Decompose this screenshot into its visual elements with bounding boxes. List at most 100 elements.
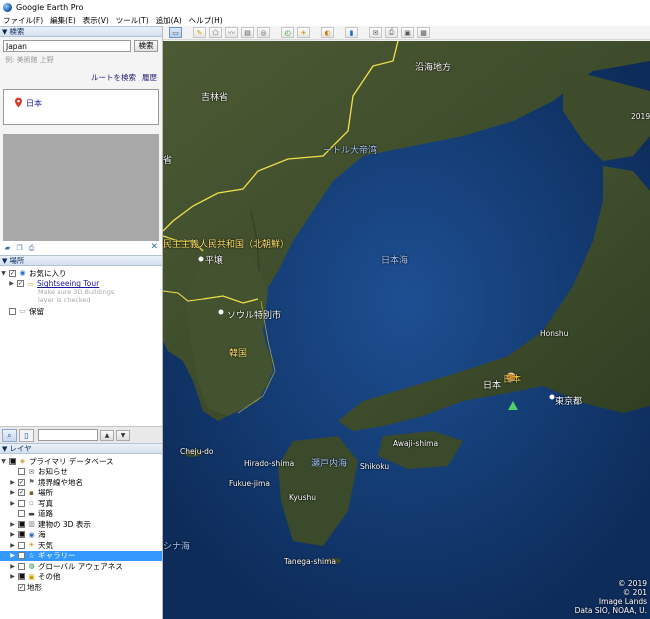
places-header[interactable]: ▼ 場所 (0, 255, 162, 266)
sidebar-toggle-icon[interactable]: ▭ (169, 27, 182, 38)
collapse-triangle-icon[interactable]: ▼ (2, 28, 7, 36)
weather-icon: ☀ (28, 541, 35, 550)
layer-row[interactable]: ▶ ▫ 写真 (0, 498, 162, 509)
placemark-icon[interactable]: ✎ (193, 27, 206, 38)
print-icon[interactable]: ⎙ (385, 27, 398, 38)
checkbox[interactable] (18, 541, 25, 549)
expand-arrow-icon[interactable]: ▶ (9, 531, 16, 538)
layer-label: グローバル アウェアネス (38, 561, 123, 571)
checkbox[interactable]: ■ (9, 457, 16, 465)
checkbox[interactable] (18, 468, 25, 476)
expand-arrow-icon[interactable]: ▶ (9, 573, 16, 580)
layer-label: 道路 (38, 509, 53, 519)
layer-row[interactable]: ✉ お知らせ (0, 467, 162, 478)
search-result-item[interactable]: 日本 (26, 99, 42, 108)
map-label-jilin: 吉林省 (201, 93, 229, 103)
search-button[interactable]: 検索 (134, 40, 158, 52)
layer-row[interactable]: ✓ 地形 (0, 582, 162, 593)
sun-icon[interactable]: ☀ (297, 27, 310, 38)
layer-row[interactable]: ▶ ☀ 天気 (0, 540, 162, 551)
menu-add[interactable]: 追加(A) (156, 15, 182, 26)
more-icon: ▣ (28, 572, 35, 581)
save-image-icon[interactable]: ▣ (401, 27, 414, 38)
expand-arrow-icon[interactable]: ▶ (8, 280, 15, 287)
layer-search-input[interactable] (38, 429, 98, 441)
search-header[interactable]: ▼ 検索 (0, 26, 162, 37)
sidebar-panel-icon[interactable]: ▯ (19, 428, 34, 442)
layer-label: 場所 (38, 488, 53, 498)
map-view[interactable]: 沿海地方 吉林省 省 ートル大帝湾 民主主義人民共和国（北朝鮮） 平壌 日本海 … (163, 41, 650, 619)
layer-row[interactable]: ▶ ◍ グローバル アウェアネス (0, 561, 162, 572)
checkbox[interactable]: ■ (18, 573, 25, 581)
email-icon[interactable]: ✉ (369, 27, 382, 38)
route-link[interactable]: ルートを検索 (91, 72, 136, 83)
print-icon[interactable]: ⎙ (27, 244, 36, 252)
menu-file[interactable]: ファイル(F) (3, 15, 43, 26)
ruler-icon[interactable]: ▮ (345, 27, 358, 38)
search-input[interactable] (3, 40, 131, 52)
map-label-hirado: Hirado-shima (244, 459, 295, 468)
collapse-triangle-icon[interactable]: ▼ (2, 257, 7, 265)
checkbox[interactable]: ✓ (9, 269, 16, 277)
expand-arrow-icon[interactable]: ▶ (9, 552, 16, 559)
copy-icon[interactable]: ❐ (15, 244, 24, 252)
planets-icon[interactable]: ◐ (321, 27, 334, 38)
tree-row-favorites[interactable]: ▼ ✓ ◉ お気に入り (0, 268, 162, 279)
tour-note: layer is checked (38, 295, 91, 304)
expand-arrow-icon[interactable]: ▶ (9, 563, 16, 570)
layer-row[interactable]: ▶ ■ ▣ その他 (0, 572, 162, 583)
layer-row[interactable]: ▶ ✓ ⚑ 境界線や地名 (0, 477, 162, 488)
toolbar-separator (273, 27, 278, 38)
collapse-triangle-icon[interactable]: ▼ (2, 445, 7, 453)
checkbox[interactable] (9, 307, 16, 315)
checkbox[interactable]: ■ (18, 531, 25, 539)
menu-help[interactable]: ヘルプ(H) (189, 15, 223, 26)
polygon-icon[interactable]: ⬠ (209, 27, 222, 38)
layer-row[interactable]: ▶ ■ ◉ 海 (0, 530, 162, 541)
expand-arrow-icon[interactable]: ▼ (0, 458, 7, 465)
expand-arrow-icon[interactable]: ▶ (9, 521, 16, 528)
arrow-down-icon[interactable]: ▼ (116, 429, 130, 441)
add-folder-icon[interactable]: ▰ (3, 244, 12, 252)
layer-row[interactable]: ▶ ✓ ▪ 場所 (0, 488, 162, 499)
search-layers-icon[interactable]: ⌕ (2, 428, 17, 442)
map-label-awaji: Awaji-shima (393, 439, 439, 448)
menu-view[interactable]: 表示(V) (83, 15, 109, 26)
layer-search-bar: ⌕ ▯ ▲ ▼ (0, 426, 162, 443)
tour-icon[interactable]: ◎ (257, 27, 270, 38)
checkbox[interactable]: ✓ (18, 478, 25, 486)
checkbox[interactable] (18, 552, 25, 560)
path-icon[interactable]: 〰 (225, 27, 238, 38)
copyright-notice: © 2019 © 201 Image Lands Data SIO, NOAA,… (574, 579, 647, 615)
expand-arrow-icon[interactable]: ▶ (9, 542, 16, 549)
checkbox[interactable]: ■ (18, 520, 25, 528)
checkbox[interactable] (18, 562, 25, 570)
history-link[interactable]: 履歴 (142, 72, 157, 83)
history-icon[interactable]: ◴ (281, 27, 294, 38)
menu-tools[interactable]: ツール(T) (116, 15, 149, 26)
arrow-up-icon[interactable]: ▲ (100, 429, 114, 441)
tree-label-link[interactable]: Sightseeing Tour (37, 279, 99, 288)
view-maps-icon[interactable]: ▦ (417, 27, 430, 38)
checkbox[interactable] (18, 499, 25, 507)
layers-header[interactable]: ▼ レイヤ (0, 443, 162, 454)
layer-row[interactable]: ▶ ■ ▥ 建物の 3D 表示 (0, 519, 162, 530)
layer-row-selected[interactable]: ▶ ☆ ギャラリー (0, 550, 162, 561)
expand-arrow-icon[interactable]: ▼ (0, 270, 7, 277)
layer-row[interactable]: ▼ ■ ◈ プライマリ データベース (0, 456, 162, 467)
expand-arrow-icon[interactable]: ▶ (9, 479, 16, 486)
expand-arrow-icon[interactable]: ▶ (9, 489, 16, 496)
tree-row-temporary[interactable]: ▭ 保留 (0, 306, 162, 317)
menu-edit[interactable]: 編集(E) (50, 15, 76, 26)
layer-row[interactable]: ▬ 道路 (0, 509, 162, 520)
checkbox[interactable]: ✓ (18, 489, 25, 497)
toolbar-separator (361, 27, 366, 38)
checkbox[interactable] (18, 510, 25, 518)
close-icon[interactable]: ✕ (150, 242, 158, 252)
places-toolbar: ▰ ❐ ⎙ ✕ (0, 241, 162, 255)
checkbox[interactable]: ✓ (17, 280, 24, 288)
database-icon: ◈ (19, 457, 26, 466)
overlay-icon[interactable]: ▤ (241, 27, 254, 38)
expand-arrow-icon[interactable]: ▶ (9, 500, 16, 507)
checkbox[interactable]: ✓ (18, 583, 25, 591)
